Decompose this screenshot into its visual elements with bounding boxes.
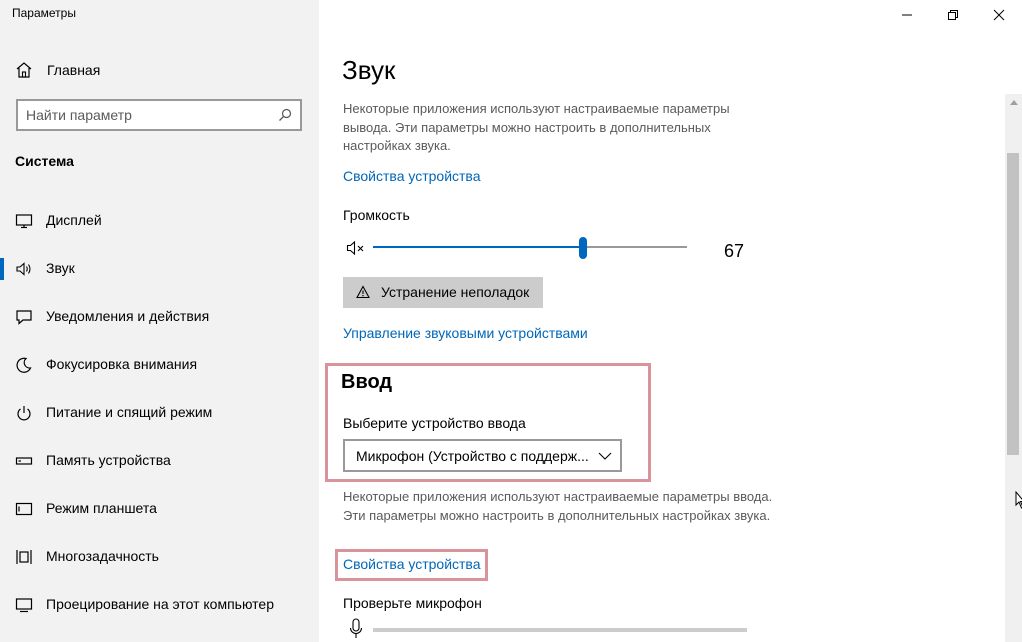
sidebar-home[interactable]: Главная: [0, 52, 319, 88]
input-device-dropdown[interactable]: Микрофон (Устройство с поддерж...: [343, 439, 622, 472]
volume-slider-track: [583, 246, 687, 248]
sidebar-item-label: Режим планшета: [46, 500, 157, 516]
multitask-icon: [16, 550, 32, 564]
warning-icon: [356, 285, 370, 299]
input-description: Некоторые приложения используют настраив…: [343, 489, 773, 523]
close-icon: [993, 9, 1005, 21]
sidebar-item-multitasking[interactable]: Многозадачность: [0, 537, 319, 577]
microphone-icon: [349, 618, 363, 638]
sidebar-item-label: Звук: [46, 260, 75, 276]
manage-sound-devices-link[interactable]: Управление звуковыми устройствами: [343, 325, 588, 341]
sidebar-item-label: Фокусировка внимания: [46, 356, 198, 372]
sidebar-item-label: Память устройства: [46, 452, 171, 468]
speaker-muted-icon[interactable]: [346, 239, 368, 257]
sidebar-item-label: Проецирование на этот компьютер: [46, 596, 274, 612]
mouse-cursor-icon: [1015, 491, 1022, 509]
volume-slider-fill: [373, 246, 584, 248]
search-box[interactable]: [16, 99, 302, 131]
input-device-properties-link[interactable]: Свойства устройства: [343, 556, 481, 572]
sidebar-item-label: Питание и спящий режим: [46, 404, 213, 420]
sidebar-item-display[interactable]: Дисплей: [0, 201, 319, 241]
notification-icon: [16, 310, 32, 325]
sidebar-item-notifications[interactable]: Уведомления и действия: [0, 297, 319, 337]
input-device-selected: Микрофон (Устройство с поддерж...: [356, 448, 589, 464]
speaker-icon: [16, 262, 31, 276]
minimize-button[interactable]: [884, 0, 930, 30]
sidebar-item-storage[interactable]: Память устройства: [0, 441, 319, 481]
scrollbar-thumb[interactable]: [1007, 153, 1019, 455]
troubleshoot-button-label: Устранение неполадок: [381, 284, 530, 300]
search-input[interactable]: [26, 106, 266, 124]
troubleshoot-button[interactable]: Устранение неполадок: [343, 277, 543, 308]
sidebar-item-sound[interactable]: Звук: [0, 249, 319, 289]
input-device-label: Выберите устройство ввода: [343, 415, 526, 431]
page-title: Звук: [342, 55, 396, 85]
scroll-up-icon: [1009, 99, 1018, 105]
close-button[interactable]: [976, 0, 1022, 30]
restore-button[interactable]: [930, 0, 976, 30]
sidebar-item-focus-assist[interactable]: Фокусировка внимания: [0, 345, 319, 385]
sidebar-section-title: Система: [15, 153, 74, 169]
output-description: Некоторые приложения используют настраив…: [343, 101, 730, 153]
volume-slider-thumb[interactable]: [579, 237, 588, 259]
search-icon[interactable]: [278, 108, 292, 122]
sidebar-item-label: Дисплей: [46, 212, 102, 228]
sidebar-item-projection[interactable]: Проецирование на этот компьютер: [0, 585, 319, 625]
power-icon: [17, 406, 31, 421]
restore-icon: [948, 10, 958, 20]
minimize-icon: [902, 14, 912, 16]
storage-icon: [15, 457, 33, 465]
input-section-title: Ввод: [341, 371, 393, 393]
tablet-icon: [15, 502, 33, 516]
volume-label: Громкость: [343, 207, 410, 223]
sidebar-home-label: Главная: [47, 62, 101, 78]
volume-value: 67: [724, 241, 745, 261]
moon-icon: [16, 357, 32, 373]
sidebar-item-power[interactable]: Питание и спящий режим: [0, 393, 319, 433]
sidebar-item-label: Многозадачность: [46, 548, 159, 564]
projection-icon: [15, 598, 33, 613]
output-device-properties-link[interactable]: Свойства устройства: [343, 168, 481, 184]
window-title: Параметры: [12, 6, 76, 20]
chevron-down-icon: [598, 452, 612, 460]
scroll-up-button[interactable]: [1005, 94, 1022, 110]
sidebar: Параметры Главная Система Дисплей Звук: [0, 0, 319, 642]
main-content: Звук Некоторые приложения используют нас…: [319, 0, 1022, 642]
display-icon: [15, 214, 33, 229]
home-icon: [16, 62, 32, 78]
sidebar-item-label: Уведомления и действия: [46, 308, 210, 324]
microphone-level-bar: [373, 628, 747, 632]
test-microphone-label: Проверьте микрофон: [343, 595, 482, 611]
sidebar-item-tablet-mode[interactable]: Режим планшета: [0, 489, 319, 529]
